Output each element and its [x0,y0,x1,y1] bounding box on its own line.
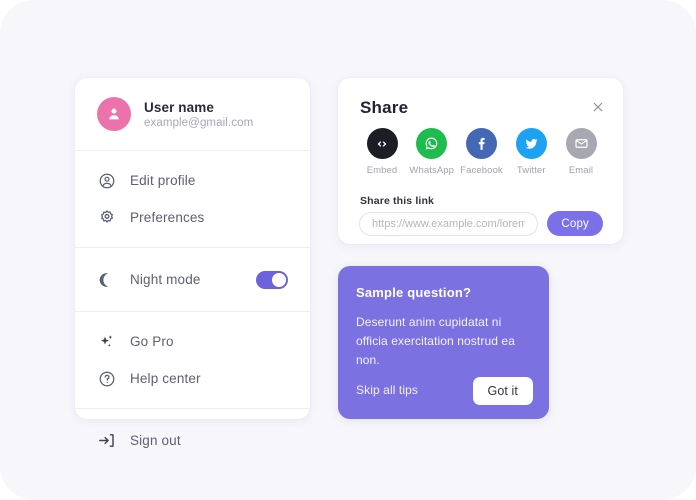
menu-item-go-pro[interactable]: Go Pro [75,323,310,360]
page-root: User name example@gmail.com Edit profile [0,0,696,500]
avatar [97,97,131,131]
menu-group-account: Edit profile Preferences [75,150,310,247]
user-circle-icon [97,171,116,190]
user-avatar-icon [109,108,119,120]
copy-button[interactable]: Copy [547,211,603,236]
menu-group-extras: Go Pro Help center [75,311,310,408]
night-mode-toggle[interactable] [256,270,288,289]
sparkle-icon [97,332,116,351]
share-title: Share [360,98,409,117]
got-it-button[interactable]: Got it [472,377,533,405]
share-link-label: Share this link [360,195,435,207]
menu-group-session: Sign out [75,408,310,472]
share-target-label: Facebook [460,165,503,176]
menu-item-sign-out[interactable]: Sign out [75,422,310,459]
sign-out-icon [97,431,116,450]
share-target-email[interactable]: Email [557,128,605,176]
profile-name: User name [144,99,214,115]
envelope-icon [565,128,597,159]
profile-email: example@gmail.com [144,116,254,129]
skip-all-tips-link[interactable]: Skip all tips [356,383,418,397]
menu-item-label: Help center [130,371,201,386]
share-target-label: Email [568,165,594,176]
menu-item-label: Preferences [130,210,205,225]
close-icon[interactable] [589,98,607,116]
share-link-input[interactable] [359,211,539,236]
share-target-label: Twitter [516,165,546,176]
menu-group-night-mode: Night mode [75,247,310,311]
menu-item-help-center[interactable]: Help center [75,360,310,397]
facebook-icon [466,128,497,159]
share-target-label: WhatsApp [409,165,455,176]
menu-item-label: Edit profile [130,173,196,188]
whatsapp-icon [416,128,448,159]
question-circle-icon [97,369,116,388]
gear-icon [97,208,116,227]
share-card: Share Embed WhatsApp Facebook Twitter Em… [338,78,623,244]
menu-item-label: Night mode [130,272,201,287]
share-target-label: Embed [366,165,398,176]
twitter-icon [515,128,547,159]
profile-header[interactable]: User name example@gmail.com [75,78,310,150]
menu-item-edit-profile[interactable]: Edit profile [75,162,310,199]
share-target-embed[interactable]: Embed [358,128,406,176]
profile-header-section: User name example@gmail.com [75,78,310,150]
tip-card: Sample question? Deserunt anim cupidatat… [338,266,549,419]
tip-body: Deserunt anim cupidatat ni officia exerc… [356,315,515,367]
moon-icon [97,270,116,289]
profile-text: User name example@gmail.com [144,100,253,129]
tip-title: Sample question? [356,285,472,300]
share-target-twitter[interactable]: Twitter [507,128,555,176]
code-icon [366,128,398,159]
share-target-facebook[interactable]: Facebook [458,128,506,176]
menu-item-label: Sign out [130,433,181,448]
toggle-knob [272,272,286,287]
menu-item-night-mode[interactable]: Night mode [75,261,310,298]
share-target-whatsapp[interactable]: WhatsApp [408,128,456,176]
menu-item-preferences[interactable]: Preferences [75,199,310,236]
menu-item-label: Go Pro [130,334,174,349]
profile-menu-card: User name example@gmail.com Edit profile [75,78,310,448]
share-target-list: Embed WhatsApp Facebook Twitter Email [358,128,605,176]
share-link-row: Copy [359,211,603,236]
